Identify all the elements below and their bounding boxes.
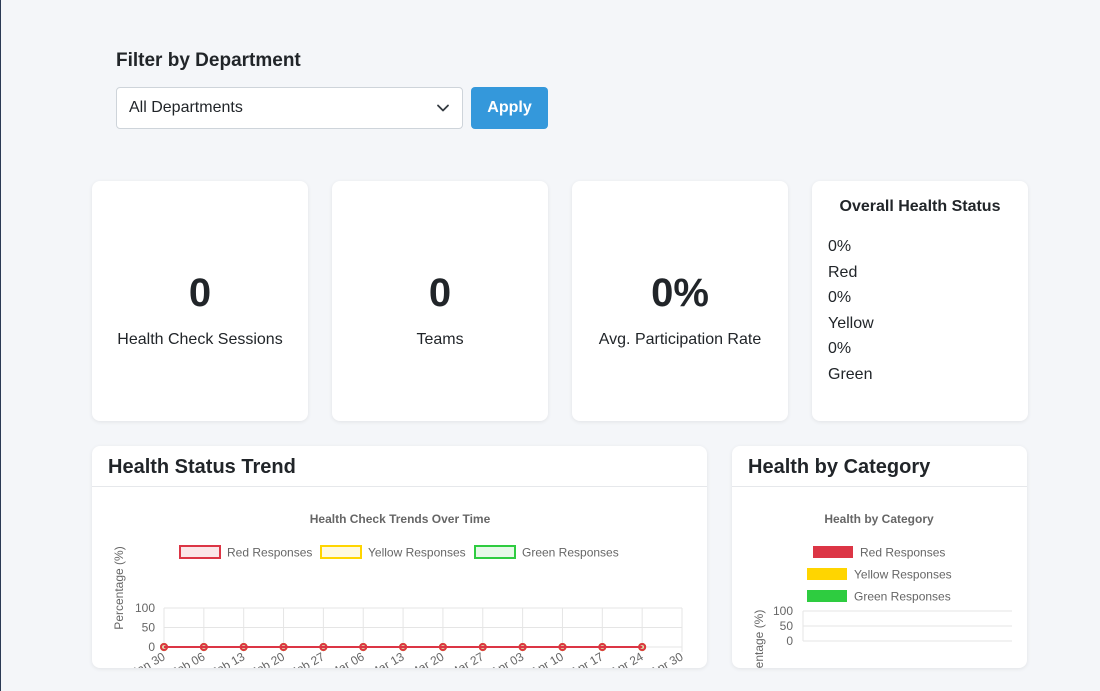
category-panel-title: Health by Category [732,446,1027,487]
data-point [239,643,248,651]
x-tick-label: Feb 27 [288,649,328,668]
red-label: Red [828,263,858,281]
trend-chart: Health Check Trends Over Time Red Respon… [112,512,686,668]
data-point [160,643,168,651]
stat-value: 0 [188,271,212,315]
legend-label: Red Responses [227,546,312,560]
legend-swatch [320,545,362,559]
legend-label: Yellow Responses [854,568,952,582]
x-tick-label: Mar 27 [447,649,487,668]
y-tick-label: 0 [148,640,155,654]
y-tick-label: 50 [780,619,794,633]
x-tick-label: Apr 10 [528,649,566,668]
y-tick-label: 100 [135,601,155,615]
data-point [638,643,647,651]
data-point [359,643,368,651]
legend-swatch [179,545,221,559]
y-tick-label: 100 [773,604,793,618]
category-chart: Health by Category Red Responses Yellow R… [752,512,1012,668]
x-tick-label: Mar 06 [327,649,367,668]
data-point [399,643,408,651]
chart-title: Health by Category [824,512,934,526]
chart-title: Health Check Trends Over Time [310,512,491,526]
stat-label: Health Check Sessions [117,331,283,348]
x-tick-label: Feb 20 [248,649,288,668]
stat-label: Avg. Participation Rate [598,331,762,348]
data-point [478,643,487,651]
chevron-down-icon [437,104,449,112]
yellow-pct: 0% [828,289,852,306]
overall-health-title: Overall Health Status [839,198,1001,215]
data-point [319,643,328,651]
legend-label: Green Responses [522,546,619,560]
data-point [518,643,527,651]
legend-label: Red Responses [860,546,945,560]
stat-value: 0 [428,271,452,315]
data-point [558,643,567,651]
red-pct: 0% [828,238,852,255]
filter-heading: Filter by Department [116,50,301,71]
data-point [279,643,288,651]
y-tick-label: 50 [142,621,156,635]
green-pct: 0% [828,340,852,357]
stat-label: Teams [416,331,464,348]
stat-card-teams: 0 Teams [332,181,548,421]
filter-row: All Departments Apply [116,87,548,129]
data-point [199,643,208,651]
y-axis-label: Percentage (%) [112,546,126,629]
trend-panel-title: Health Status Trend [92,446,707,487]
stat-card-participation: 0% Avg. Participation Rate [572,181,788,421]
data-point [438,643,447,651]
data-point [598,643,607,651]
y-axis-label: rcentage (%) [752,610,766,668]
health-trend-panel: Health Status Trend Health Check Trends … [92,446,707,668]
health-category-panel: Health by Category Health by Category Re… [732,446,1027,668]
yellow-label: Yellow [828,314,874,332]
x-tick-label: Apr 03 [488,649,526,668]
legend-swatch [807,568,847,580]
x-tick-label: Feb 06 [168,649,208,668]
x-tick-label: Feb 13 [208,649,248,668]
apply-button[interactable]: Apply [471,87,548,129]
legend-label: Yellow Responses [368,546,466,560]
x-tick-label: Mar 13 [367,649,407,668]
legend-swatch [807,590,847,602]
stat-value: 0% [651,271,709,315]
x-tick-label: Apr 30 [648,649,686,668]
department-select[interactable]: All Departments [116,87,463,129]
department-select-value: All Departments [129,99,243,116]
legend-swatch [474,545,516,559]
x-tick-label: Apr 24 [608,649,646,668]
overall-health-card: Overall Health Status 0% Red 0% Yellow 0… [812,181,1028,421]
x-tick-label: Mar 20 [407,649,447,668]
y-tick-label: 0 [786,634,793,648]
legend-swatch [813,546,853,558]
x-tick-label: Apr 17 [568,649,606,668]
stat-card-sessions: 0 Health Check Sessions [92,181,308,421]
green-label: Green [828,365,873,383]
department-filter: Filter by Department All Departments App… [116,50,548,129]
legend-label: Green Responses [854,590,951,604]
